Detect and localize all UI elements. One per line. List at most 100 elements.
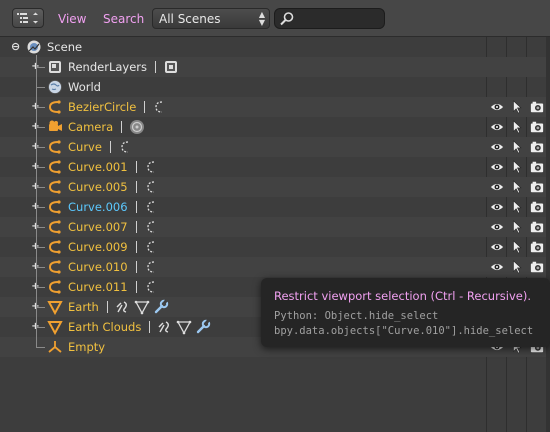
render-camera-icon[interactable]: [530, 220, 544, 234]
tree-connector: [36, 87, 45, 88]
curve-object-icon: [47, 179, 63, 195]
eye-icon[interactable]: [490, 200, 504, 214]
render-layers-icon: [47, 59, 63, 75]
cursor-arrow-icon[interactable]: [510, 260, 524, 274]
tree-item-label[interactable]: World: [68, 80, 101, 94]
curve-data-icon[interactable]: [144, 219, 160, 235]
modifier-icon[interactable]: [115, 299, 131, 315]
wrench-icon[interactable]: [153, 299, 169, 315]
tree-item-label[interactable]: BezierCircle: [68, 100, 136, 114]
tree-item-label[interactable]: Earth Clouds: [68, 320, 141, 334]
render-camera-icon[interactable]: [530, 180, 544, 194]
tree-row[interactable]: +Curve.009: [0, 237, 546, 257]
collapse-toggle-icon[interactable]: ⊖: [11, 41, 20, 52]
curve-object-icon: [47, 219, 63, 235]
tree-item-label[interactable]: Curve.001: [68, 160, 128, 174]
empty-object-icon: [47, 339, 63, 355]
eye-icon[interactable]: [490, 240, 504, 254]
cursor-arrow-icon[interactable]: [510, 140, 524, 154]
camera-data-icon[interactable]: [129, 119, 145, 135]
render-layer-icon[interactable]: [163, 59, 179, 75]
separator: [135, 161, 137, 173]
render-camera-icon[interactable]: [530, 240, 544, 254]
tree-row[interactable]: +Curve: [0, 137, 546, 157]
outliner-tree: ⊖ Scene +RenderLayers World +BezierCircle+Ca…: [0, 37, 550, 432]
tree-item-label[interactable]: Curve.011: [68, 280, 128, 294]
scene-icon: [26, 39, 42, 55]
curve-object-icon: [47, 139, 63, 155]
render-camera-icon[interactable]: [530, 260, 544, 274]
eye-icon[interactable]: [490, 100, 504, 114]
view-menu[interactable]: View: [58, 12, 86, 26]
curve-data-icon[interactable]: [144, 179, 160, 195]
tree-item-label[interactable]: Curve.006: [68, 200, 128, 214]
curve-data-icon[interactable]: [144, 199, 160, 215]
tree-connector: [36, 187, 45, 188]
eye-icon[interactable]: [490, 180, 504, 194]
curve-data-icon[interactable]: [144, 239, 160, 255]
modifier-icon[interactable]: [157, 319, 173, 335]
curve-data-icon[interactable]: [152, 99, 168, 115]
mesh-data-icon[interactable]: [176, 319, 192, 335]
cursor-arrow-icon[interactable]: [510, 120, 524, 134]
tree-connector: [36, 167, 45, 168]
eye-icon[interactable]: [490, 220, 504, 234]
tree-row[interactable]: World: [0, 77, 546, 97]
world-icon: [47, 79, 63, 95]
separator: [135, 281, 137, 293]
tree-row[interactable]: +Curve.005: [0, 177, 546, 197]
tree-row[interactable]: +Curve.006: [0, 197, 546, 217]
tree-item-label[interactable]: Curve.009: [68, 240, 128, 254]
tree-item-label[interactable]: Curve.007: [68, 220, 128, 234]
tree-item-label[interactable]: Camera: [68, 120, 113, 134]
mesh-object-icon: [47, 319, 63, 336]
tree-row[interactable]: +Curve.010: [0, 257, 546, 277]
cursor-arrow-icon[interactable]: [510, 200, 524, 214]
tree-item-label[interactable]: Earth: [68, 300, 99, 314]
tree-row[interactable]: +Curve.001: [0, 157, 546, 177]
separator: [155, 61, 156, 73]
scrollbar[interactable]: [546, 37, 550, 432]
separator: [135, 221, 137, 233]
editor-type-button[interactable]: [12, 8, 44, 28]
display-mode-select[interactable]: All Scenes ▲ ▼: [152, 8, 270, 29]
tree-row[interactable]: +Curve.007: [0, 217, 546, 237]
tree-connector: [36, 127, 45, 128]
eye-icon[interactable]: [490, 120, 504, 134]
curve-data-icon[interactable]: [144, 159, 160, 175]
separator: [109, 141, 111, 153]
tree-row[interactable]: ⊖ Scene: [0, 37, 546, 57]
cursor-arrow-icon[interactable]: [510, 160, 524, 174]
curve-data-icon[interactable]: [118, 139, 134, 155]
eye-icon[interactable]: [490, 140, 504, 154]
render-camera-icon[interactable]: [530, 200, 544, 214]
render-camera-icon[interactable]: [530, 140, 544, 154]
curve-data-icon[interactable]: [144, 279, 160, 295]
curve-data-icon[interactable]: [144, 259, 160, 275]
cursor-arrow-icon[interactable]: [510, 180, 524, 194]
cursor-arrow-icon[interactable]: [510, 240, 524, 254]
eye-icon[interactable]: [490, 260, 504, 274]
curve-object-icon: [47, 99, 63, 115]
tree-item-label[interactable]: Curve.005: [68, 180, 128, 194]
search-input[interactable]: [274, 8, 385, 29]
render-camera-icon[interactable]: [530, 160, 544, 174]
mesh-data-icon[interactable]: [134, 299, 150, 315]
wrench-icon[interactable]: [195, 319, 211, 335]
tree-item-label[interactable]: Curve.010: [68, 260, 128, 274]
cursor-arrow-icon[interactable]: [510, 100, 524, 114]
cursor-arrow-icon[interactable]: [510, 220, 524, 234]
tree-row[interactable]: +BezierCircle: [0, 97, 546, 117]
tree-item-label[interactable]: Curve: [68, 140, 102, 154]
eye-icon[interactable]: [490, 160, 504, 174]
curve-object-icon: [47, 239, 63, 255]
tree-row[interactable]: +Camera: [0, 117, 546, 137]
search-menu[interactable]: Search: [103, 12, 144, 26]
render-camera-icon[interactable]: [530, 120, 544, 134]
tree-item-label[interactable]: Empty: [68, 340, 105, 354]
tree-connector: [36, 147, 45, 148]
tree-row[interactable]: +RenderLayers: [0, 57, 546, 77]
tree-item-label[interactable]: RenderLayers: [68, 60, 147, 74]
tree-item-label[interactable]: Scene: [47, 40, 82, 54]
render-camera-icon[interactable]: [530, 100, 544, 114]
